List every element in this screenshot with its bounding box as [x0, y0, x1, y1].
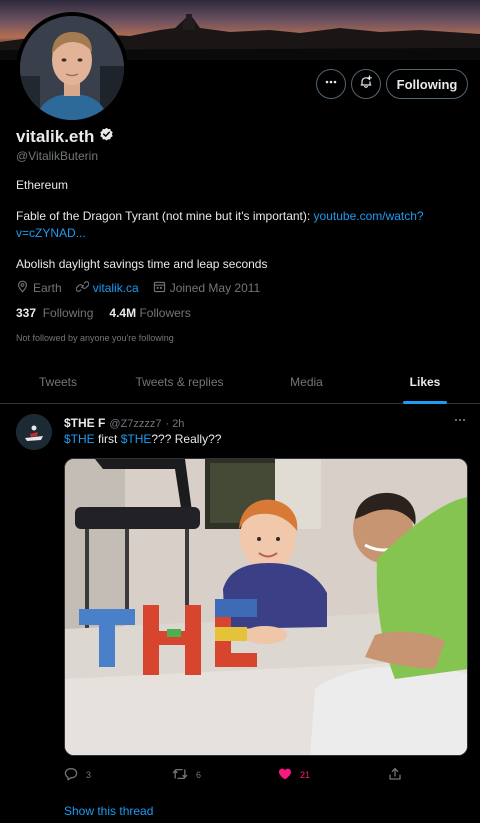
- tab-media[interactable]: Media: [243, 360, 370, 404]
- website-link[interactable]: vitalik.ca: [93, 281, 139, 295]
- tweet-author-avatar[interactable]: [16, 414, 52, 450]
- profile-meta: Earth vitalik.ca Joined May 2011: [16, 280, 274, 296]
- location: Earth: [16, 280, 62, 296]
- tab-tweets[interactable]: Tweets: [0, 360, 116, 404]
- tweet-media-photo[interactable]: [64, 458, 468, 756]
- tweet-time[interactable]: · 2h: [165, 418, 184, 430]
- cashtag-link[interactable]: $THE: [64, 432, 95, 446]
- following-label: Following: [42, 306, 94, 320]
- bio-line-1: Ethereum: [16, 178, 69, 192]
- location-pin-icon: [16, 280, 29, 296]
- like-button[interactable]: 21: [278, 767, 310, 783]
- followers-label: Followers: [139, 306, 191, 320]
- retweet-count: 6: [196, 770, 202, 780]
- tweet-actions: 3 6 21: [64, 767, 468, 783]
- tweet-text: $THE first $THE??? Really??: [64, 432, 221, 446]
- cashtag-link[interactable]: $THE: [121, 432, 152, 446]
- following-button[interactable]: Following: [386, 69, 468, 99]
- followers-count: 4.4M: [109, 306, 137, 320]
- display-name: vitalik.eth: [16, 127, 95, 146]
- heart-filled-icon: [278, 767, 292, 783]
- not-followed-note: Not followed by anyone you're following: [16, 333, 174, 343]
- share-icon: [388, 767, 402, 783]
- follow-stats: 337 Following 4.4M Followers: [16, 306, 191, 320]
- bio-text: Fable of the Dragon Tyrant (not mine but…: [16, 209, 314, 223]
- location-text: Earth: [33, 281, 62, 295]
- retweet-button[interactable]: 6: [172, 767, 201, 783]
- more-button[interactable]: [316, 69, 346, 99]
- profile-handle: @VitalikButerin: [16, 149, 98, 163]
- profile-tabs: Tweets Tweets & replies Media Likes: [0, 360, 480, 404]
- bio-youtube-link[interactable]: youtube.com/watch?: [314, 209, 424, 223]
- tweet-text-end: ??? Really??: [151, 432, 222, 446]
- share-button[interactable]: [388, 767, 402, 783]
- notifications-button[interactable]: [351, 69, 381, 99]
- reply-icon: [64, 767, 78, 783]
- tab-likes[interactable]: Likes: [370, 360, 480, 404]
- followers-count-link[interactable]: 4.4M Followers: [109, 306, 190, 320]
- joined-date: Joined May 2011: [153, 280, 261, 296]
- website[interactable]: vitalik.ca: [75, 280, 139, 296]
- tweet-author-handle[interactable]: @Z7zzzz7: [109, 418, 161, 430]
- joined-text: Joined May 2011: [169, 281, 261, 295]
- like-count: 21: [300, 770, 311, 780]
- tweet-more-button[interactable]: [452, 412, 468, 428]
- reply-button[interactable]: 3: [64, 767, 91, 783]
- following-count: 337: [16, 306, 37, 320]
- show-thread-link[interactable]: Show this thread: [64, 804, 153, 818]
- more-horizontal-icon: [452, 415, 468, 432]
- bell-plus-icon: [359, 74, 373, 94]
- bio-youtube-link-cont[interactable]: v=cZYNAD...: [16, 226, 86, 240]
- tweet-text-mid: first: [94, 432, 121, 446]
- following-count-link[interactable]: 337 Following: [16, 306, 93, 320]
- calendar-icon: [153, 280, 166, 296]
- tab-tweets-replies[interactable]: Tweets & replies: [116, 360, 243, 404]
- more-horizontal-icon: [324, 75, 338, 94]
- retweet-icon: [172, 767, 188, 783]
- bio-line-2: Fable of the Dragon Tyrant (not mine but…: [16, 208, 466, 242]
- bio-line-3: Abolish daylight savings time and leap s…: [16, 257, 268, 271]
- profile-avatar[interactable]: [16, 12, 128, 124]
- verified-badge-icon: [99, 127, 114, 147]
- tweet[interactable]: $THE F @Z7zzzz7 · 2h $THE first $THE??? …: [0, 404, 480, 823]
- tweet-header: $THE F @Z7zzzz7 · 2h: [64, 416, 184, 430]
- name-row: vitalik.eth: [16, 127, 114, 147]
- tweet-author-name[interactable]: $THE F: [64, 416, 105, 430]
- reply-count: 3: [86, 770, 92, 780]
- link-icon: [75, 280, 90, 296]
